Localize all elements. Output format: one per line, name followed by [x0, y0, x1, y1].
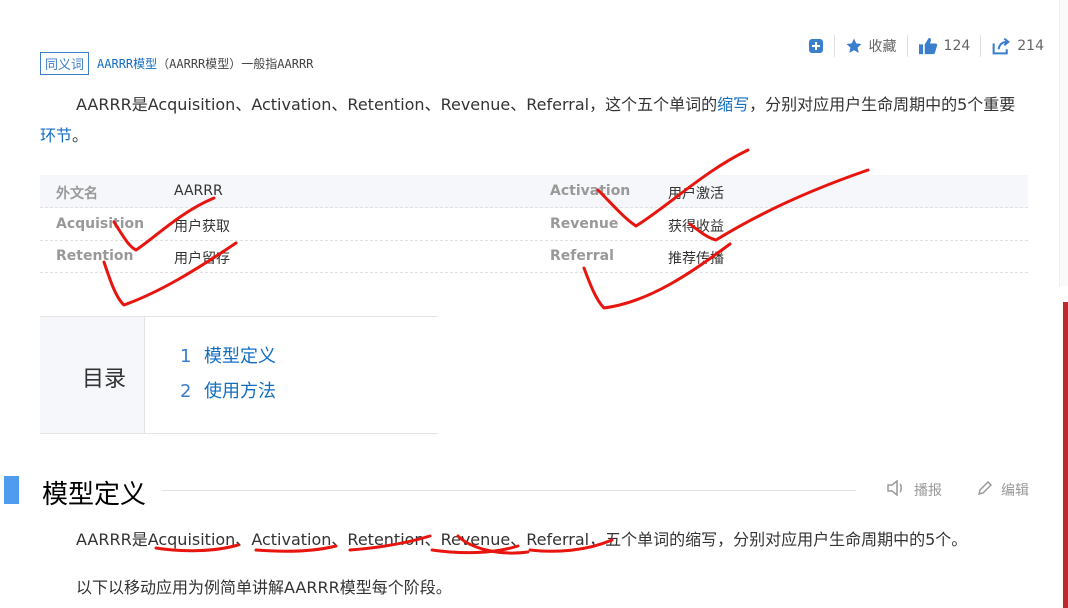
- toc-item-label: 使用方法: [204, 381, 276, 402]
- table-of-contents: 目录 1 模型定义 2 使用方法: [40, 316, 438, 434]
- section-title: 模型定义: [42, 480, 147, 510]
- info-key: Activation: [550, 183, 631, 199]
- section-marker: [4, 476, 19, 504]
- info-value: 推荐传播: [668, 251, 724, 267]
- add-button[interactable]: [798, 34, 834, 58]
- intro-text: 。: [72, 126, 89, 145]
- info-row: 外文名 AARRR Activation 用户激活: [40, 175, 1028, 208]
- toc-item-number: 2: [180, 381, 192, 402]
- synonym-tag: 同义词: [40, 52, 90, 75]
- share-icon: [991, 37, 1011, 55]
- synonym-line: 同义词 AARRR模型（AARRR模型）一般指AARRR: [40, 52, 313, 75]
- toc-title: 目录: [82, 367, 127, 392]
- info-key: Referral: [550, 248, 614, 264]
- info-value: AARRR: [174, 183, 223, 199]
- article-toolbar: 收藏 124 214: [798, 32, 1054, 60]
- info-value: 用户激活: [668, 186, 724, 202]
- like-button[interactable]: 124: [908, 34, 981, 58]
- broadcast-button[interactable]: 播报: [886, 479, 942, 500]
- intro-link-abbreviation[interactable]: 缩写: [717, 95, 749, 114]
- scrollbar-track[interactable]: [1059, 0, 1068, 286]
- thumbs-up-icon: [918, 37, 938, 55]
- info-key: Revenue: [550, 216, 619, 232]
- edit-button[interactable]: 编辑: [977, 480, 1029, 500]
- info-value: 用户留存: [174, 251, 230, 267]
- toc-item-label: 模型定义: [204, 346, 276, 367]
- synonym-link[interactable]: AARRR模型: [97, 57, 157, 71]
- info-key: Acquisition: [56, 216, 145, 232]
- intro-link-stage[interactable]: 环节: [40, 126, 72, 145]
- toc-item[interactable]: 1 模型定义: [180, 342, 276, 368]
- intro-paragraph: AARRR是Acquisition、Activation、Retention、R…: [40, 89, 1030, 151]
- share-button[interactable]: 214: [981, 34, 1054, 58]
- info-key: Retention: [56, 248, 134, 264]
- intro-text: AARRR是Acquisition、Activation、Retention、R…: [76, 95, 718, 114]
- body-paragraph: 以下以移动应用为例简单讲解AARRR模型每个阶段。: [76, 578, 452, 597]
- info-value: 获得收益: [668, 219, 724, 235]
- speaker-icon: [886, 479, 906, 500]
- info-row: Acquisition 用户获取 Revenue 获得收益: [40, 208, 1028, 241]
- edit-label: 编辑: [1001, 483, 1029, 499]
- info-key: 外文名: [56, 186, 98, 202]
- plus-square-icon: [808, 38, 824, 54]
- favorite-button[interactable]: 收藏: [835, 34, 907, 58]
- toc-header: 目录: [40, 317, 145, 433]
- section-divider: [162, 490, 856, 491]
- favorite-label: 收藏: [868, 39, 897, 55]
- toc-item-number: 1: [180, 346, 192, 367]
- share-count: 214: [1017, 38, 1044, 54]
- synonym-text: （AARRR模型）一般指AARRR: [157, 57, 314, 71]
- toc-item[interactable]: 2 使用方法: [180, 377, 276, 403]
- body-paragraph: AARRR是Acquisition、Activation、Retention、R…: [76, 530, 968, 549]
- intro-text: ，分别对应用户生命周期中的5个重要: [749, 95, 1016, 114]
- info-row: Retention 用户留存 Referral 推荐传播: [40, 240, 1028, 273]
- info-value: 用户获取: [174, 219, 230, 235]
- like-count: 124: [943, 38, 971, 54]
- pencil-icon: [977, 480, 993, 500]
- side-accent-bar: [1063, 302, 1068, 608]
- broadcast-label: 播报: [914, 483, 942, 499]
- star-icon: [845, 37, 863, 55]
